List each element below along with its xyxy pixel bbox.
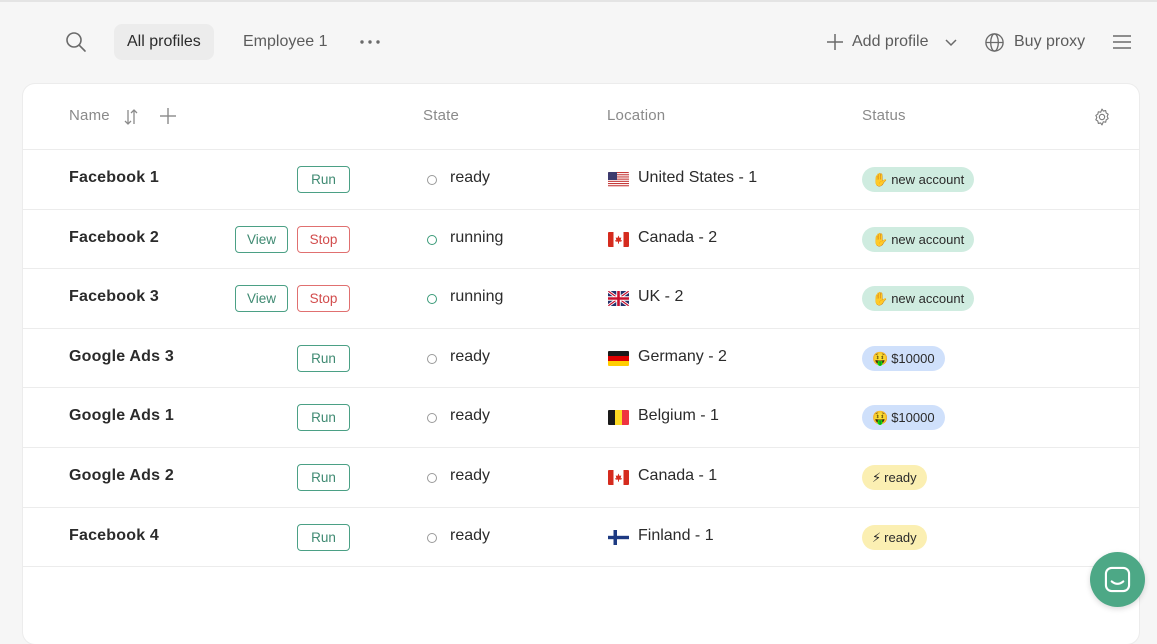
column-header-state[interactable]: State — [423, 107, 459, 124]
chat-icon — [1104, 566, 1131, 593]
profiles-table: Name State Location Status Facebook 1 Run… — [23, 84, 1139, 644]
column-header-name[interactable]: Name — [69, 107, 110, 124]
gear-icon[interactable] — [1092, 107, 1112, 127]
state-indicator-icon — [427, 294, 437, 305]
state-indicator-icon — [427, 234, 437, 245]
add-profile-label: Add profile — [852, 33, 929, 50]
column-header-location[interactable]: Location — [607, 107, 665, 124]
status-badge[interactable]: 🤑 $10000 — [862, 345, 945, 371]
table-row[interactable]: Facebook 3 View Stop running UK - 2 ✋ new acco… — [23, 269, 1139, 329]
status-label: ready — [884, 470, 917, 485]
state-indicator-icon — [427, 413, 437, 424]
location-text[interactable]: Belgium - 1 — [638, 407, 719, 425]
column-header-status[interactable]: Status — [862, 107, 906, 124]
table-row[interactable]: Facebook 1 Run ready United States - 1 ✋ new … — [23, 150, 1139, 210]
table-row[interactable]: Google Ads 2 Run ready Canada - 1 ⚡ ready — [23, 448, 1139, 508]
status-emoji: 🤑 — [872, 410, 889, 426]
state-indicator-icon — [427, 532, 437, 543]
flag-de-icon — [608, 350, 629, 366]
run-button[interactable]: Run — [297, 344, 350, 372]
location-text[interactable]: Canada - 1 — [638, 467, 717, 485]
toolbar: All profiles Employee 1 Add profile Buy … — [0, 22, 1157, 62]
location-text[interactable]: Germany - 2 — [638, 348, 727, 366]
run-button[interactable]: Run — [297, 166, 350, 193]
buy-proxy-label: Buy proxy — [1014, 33, 1086, 50]
tab-all-profiles[interactable]: All profiles — [114, 24, 214, 60]
status-label: $10000 — [891, 410, 935, 426]
state-text: ready — [450, 347, 491, 365]
status-emoji: ✋ — [872, 291, 889, 307]
stop-button[interactable]: Stop — [297, 225, 350, 253]
table-row[interactable]: Facebook 2 View Stop running Canada - 2 ✋ new … — [23, 210, 1139, 270]
top-border — [0, 0, 1157, 2]
table-row[interactable]: Google Ads 3 Run ready Germany - 2 🤑 $10000 — [23, 329, 1139, 389]
table-header: Name State Location Status — [23, 84, 1139, 150]
status-label: new account — [891, 291, 965, 307]
view-button[interactable]: View — [235, 285, 288, 313]
status-badge[interactable]: ✋ new account — [862, 167, 975, 192]
profile-name[interactable]: Google Ads 3 — [69, 348, 174, 366]
flag-fi-icon — [608, 529, 629, 545]
status-emoji: ✋ — [872, 231, 889, 247]
location-text[interactable]: Finland - 1 — [638, 527, 714, 545]
buy-proxy-button[interactable]: Buy proxy — [984, 24, 1085, 60]
flag-ca-icon — [608, 470, 629, 485]
profile-name[interactable]: Facebook 2 — [69, 229, 159, 247]
state-indicator-icon — [427, 353, 437, 364]
run-button[interactable]: Run — [297, 404, 350, 432]
state-indicator-icon — [427, 473, 437, 483]
status-label: new account — [891, 172, 965, 187]
flag-ca-icon — [608, 231, 629, 247]
run-button[interactable]: Run — [297, 464, 350, 491]
state-text: running — [450, 228, 504, 246]
profile-name[interactable]: Facebook 4 — [69, 527, 159, 545]
hamburger-menu-icon[interactable] — [1111, 31, 1133, 53]
status-badge[interactable]: ⚡ ready — [862, 524, 927, 550]
status-emoji: ✋ — [872, 172, 889, 187]
profile-name[interactable]: Facebook 1 — [69, 169, 159, 187]
chat-support-button[interactable] — [1090, 552, 1145, 607]
status-label: ready — [884, 529, 917, 545]
add-column-plus-icon[interactable] — [159, 107, 177, 125]
status-badge[interactable]: ✋ new account — [862, 286, 975, 312]
stop-button[interactable]: Stop — [297, 285, 350, 313]
location-text[interactable]: Canada - 2 — [638, 229, 717, 247]
state-text: ready — [450, 526, 491, 544]
tab-employee-1[interactable]: Employee 1 — [230, 24, 341, 60]
more-dots-icon[interactable] — [358, 30, 382, 54]
state-indicator-icon — [427, 175, 437, 185]
status-label: $10000 — [891, 350, 935, 366]
view-button[interactable]: View — [235, 225, 288, 253]
chevron-down-icon[interactable] — [941, 32, 961, 52]
status-emoji: ⚡ — [872, 529, 882, 545]
profile-name[interactable]: Facebook 3 — [69, 288, 159, 306]
status-badge[interactable]: 🤑 $10000 — [862, 405, 945, 431]
globe-icon — [985, 32, 1004, 52]
status-emoji: 🤑 — [872, 350, 889, 366]
state-text: ready — [450, 169, 491, 186]
run-button[interactable]: Run — [297, 523, 350, 551]
flag-be-icon — [608, 410, 629, 426]
profile-name[interactable]: Google Ads 1 — [69, 407, 174, 425]
profile-name[interactable]: Google Ads 2 — [69, 467, 174, 485]
add-profile-button[interactable]: Add profile — [826, 24, 961, 60]
state-text: running — [450, 288, 504, 306]
state-text: ready — [450, 467, 491, 484]
plus-icon — [827, 34, 843, 50]
status-badge[interactable]: ⚡ ready — [862, 465, 927, 490]
location-text[interactable]: UK - 2 — [638, 288, 683, 306]
sort-icon[interactable] — [123, 108, 139, 126]
status-label: new account — [891, 231, 965, 247]
state-text: ready — [450, 407, 491, 425]
status-emoji: ⚡ — [872, 470, 882, 485]
table-row[interactable]: Facebook 4 Run ready Finland - 1 ⚡ ready — [23, 508, 1139, 568]
location-text[interactable]: United States - 1 — [638, 169, 757, 187]
flag-uk-icon — [608, 291, 629, 307]
flag-us-icon — [608, 172, 629, 187]
search-icon[interactable] — [64, 30, 88, 54]
table-row[interactable]: Google Ads 1 Run ready Belgium - 1 🤑 $10000 — [23, 388, 1139, 448]
status-badge[interactable]: ✋ new account — [862, 226, 975, 252]
